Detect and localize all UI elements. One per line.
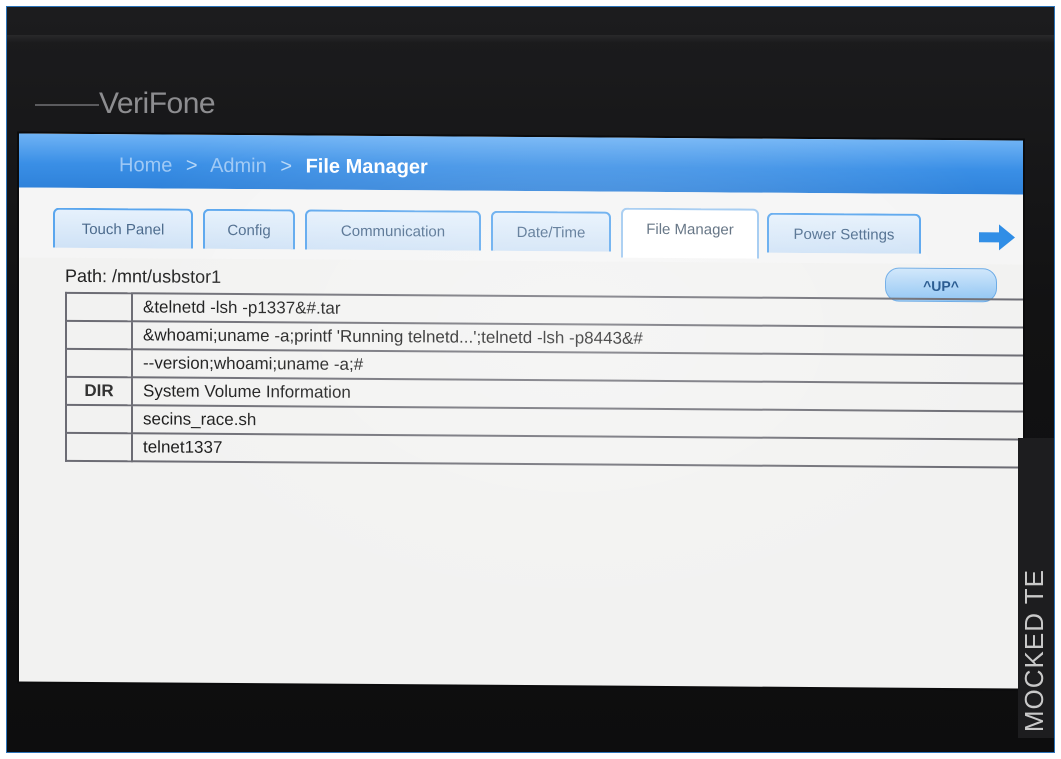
brand-line <box>35 104 99 106</box>
path-label: Path: <box>65 265 108 287</box>
tab-touch-panel[interactable]: Touch Panel <box>53 207 193 249</box>
device-screen: Home > Admin > File Manager Touch Panel … <box>19 133 1023 689</box>
side-label-text: MOCKED TE <box>1019 568 1049 732</box>
file-type <box>66 432 132 462</box>
bezel-highlight <box>7 35 1054 43</box>
file-name: telnet1337 <box>132 433 1023 468</box>
header-bar: Home > Admin > File Manager <box>19 133 1023 195</box>
file-type <box>66 320 132 350</box>
file-type: DIR <box>66 376 132 406</box>
file-type <box>66 404 132 434</box>
file-type <box>66 292 132 322</box>
brand-logo: VeriFone <box>99 87 216 120</box>
tab-date-time[interactable]: Date/Time <box>491 210 611 252</box>
breadcrumb-admin[interactable]: Admin <box>210 155 267 177</box>
file-row[interactable]: telnet1337 <box>66 432 1023 468</box>
tab-config[interactable]: Config <box>203 208 295 250</box>
file-list: &telnetd -lsh -p1337&#.tar &whoami;uname… <box>65 292 1023 469</box>
file-type <box>66 348 132 378</box>
breadcrumb-separator: > <box>280 155 293 178</box>
breadcrumb-current: File Manager <box>305 155 428 179</box>
tab-file-manager[interactable]: File Manager <box>621 207 759 259</box>
photo-frame: VeriFone Home > Admin > File Manager Tou… <box>6 6 1055 753</box>
breadcrumb-home[interactable]: Home <box>119 154 172 176</box>
arrow-right-icon[interactable] <box>977 222 1017 252</box>
tab-bar: Touch Panel Config Communication Date/Ti… <box>19 187 1023 265</box>
breadcrumb-separator: > <box>185 154 198 177</box>
path-row: Path: /mnt/usbstor1 <box>65 266 221 288</box>
path-value: /mnt/usbstor1 <box>112 266 222 287</box>
breadcrumb: Home > Admin > File Manager <box>119 154 428 179</box>
tab-communication[interactable]: Communication <box>305 209 481 251</box>
side-label: MOCKED TE <box>1018 438 1054 738</box>
tab-power-settings[interactable]: Power Settings <box>767 212 921 254</box>
